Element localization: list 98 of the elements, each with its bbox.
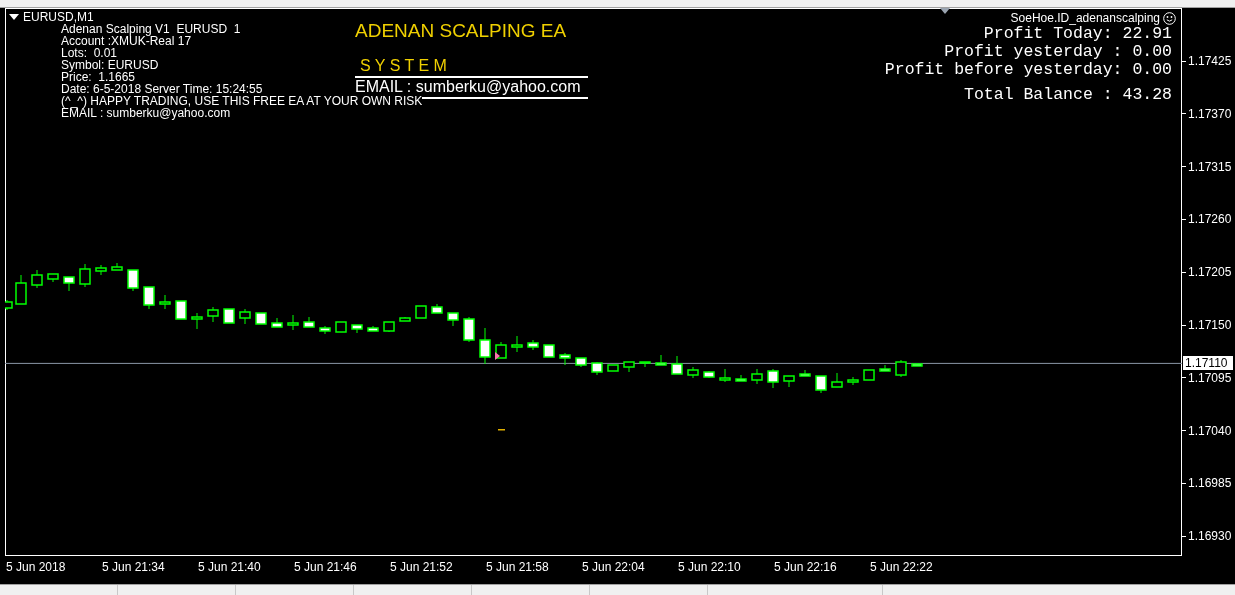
stat-text: Total Balance : 43.28 — [964, 86, 1172, 104]
candle — [495, 341, 507, 359]
account-tag: SoeHoe.ID_adenanscalping — [1010, 11, 1160, 25]
candle — [79, 263, 91, 288]
info-text: (^_^) HAPPY TRADING, USE THIS FREE EA AT YOUR OWN RISK — [61, 95, 423, 107]
candle — [191, 312, 203, 330]
candle — [479, 327, 491, 365]
candle — [799, 369, 811, 377]
candle — [383, 321, 395, 333]
info-text: EMAIL : sumberku@yahoo.com — [61, 107, 231, 119]
info-text: Adenan Scalping V1 EURUSD 1 — [61, 23, 241, 35]
time-label: 5 Jun 22:10 — [678, 560, 741, 574]
candle — [431, 303, 443, 314]
time-label: 5 Jun 21:34 — [102, 560, 165, 574]
candle — [463, 316, 475, 343]
candle — [751, 368, 763, 385]
price-label: 1.17425 — [1188, 54, 1232, 68]
candle — [175, 300, 187, 320]
candle — [111, 262, 123, 271]
candle — [223, 308, 235, 324]
candle — [863, 369, 875, 381]
candle — [335, 321, 347, 333]
candle — [831, 372, 843, 388]
candle — [559, 352, 571, 366]
price-label: 1.17205 — [1188, 265, 1232, 280]
dash-mark — [498, 429, 505, 431]
candle — [5, 299, 13, 311]
candle — [447, 312, 459, 327]
candle — [143, 286, 155, 310]
candle — [367, 325, 379, 332]
candle — [767, 368, 779, 389]
candle — [895, 359, 907, 378]
candle — [719, 368, 731, 383]
candle — [287, 314, 299, 331]
info-text: Lots: 0.01 — [61, 47, 118, 59]
candle — [15, 274, 27, 305]
candle — [815, 375, 827, 394]
time-label: 5 Jun 22:16 — [774, 560, 837, 574]
smiley-icon — [1163, 11, 1176, 25]
candle — [591, 361, 603, 376]
dropdown-icon[interactable] — [9, 13, 19, 21]
candle — [623, 361, 635, 373]
price-label: 1.17095 — [1188, 370, 1232, 385]
info-text: Account :XMUK-Real 17 — [61, 35, 192, 47]
candle — [783, 375, 795, 388]
time-label: 5 Jun 21:52 — [390, 560, 453, 574]
stat-text: Profit yesterday : 0.00 — [944, 43, 1172, 61]
ea-subtitle: S Y S T E M — [360, 57, 448, 75]
price-label: 1.17040 — [1188, 423, 1232, 438]
stat-text: Profit before yesterday: 0.00 — [884, 61, 1172, 79]
arrow-icon — [495, 352, 500, 360]
price-label: 1.16985 — [1188, 476, 1232, 491]
candle — [95, 264, 107, 276]
candle — [527, 339, 539, 351]
info-text: Date: 6-5-2018 Server Time: 15:24:55 — [61, 83, 263, 95]
price-label: 1.17150 — [1188, 318, 1232, 332]
candle — [255, 312, 267, 325]
info-text: Price: 1.1665 — [61, 71, 136, 83]
time-label: 5 Jun 22:04 — [582, 560, 645, 574]
time-label: 5 Jun 2018 — [6, 560, 66, 574]
time-label: 5 Jun 21:46 — [294, 560, 357, 574]
candle — [703, 370, 715, 379]
candle — [239, 308, 251, 325]
candle — [687, 366, 699, 379]
candle — [879, 364, 891, 372]
candle — [303, 316, 315, 328]
candle — [47, 273, 59, 283]
info-text: Symbol: EURUSD — [61, 59, 159, 71]
candle — [575, 357, 587, 368]
candle — [655, 354, 667, 366]
candle — [607, 364, 619, 372]
candle — [351, 324, 363, 334]
candle — [639, 361, 651, 368]
price-label: 1.17315 — [1188, 159, 1232, 174]
symbol-label: EURUSD,M1 — [23, 11, 94, 23]
candle — [671, 355, 683, 375]
price-label: 1.17370 — [1188, 106, 1232, 121]
price-label: 1.17260 — [1188, 212, 1232, 227]
candle — [399, 316, 411, 322]
stat-text: Profit Today: 22.91 — [983, 25, 1172, 43]
time-label: 5 Jun 21:40 — [198, 560, 261, 574]
candle — [63, 276, 75, 292]
candle — [911, 362, 923, 367]
candle — [319, 325, 331, 335]
candle — [543, 344, 555, 358]
time-label: 5 Jun 22:22 — [870, 560, 933, 574]
candle — [207, 306, 219, 323]
time-label: 5 Jun 21:58 — [486, 560, 549, 574]
candle — [271, 317, 283, 328]
candle — [127, 269, 139, 292]
current-price-label: 1.17110 — [1183, 356, 1233, 371]
candle — [511, 335, 523, 353]
price-label: 1.16930 — [1188, 529, 1232, 544]
ea-title: ADENAN SCALPING EA — [355, 19, 568, 43]
candle — [159, 294, 171, 310]
candle — [735, 374, 747, 382]
candle — [415, 305, 427, 319]
candle — [31, 269, 43, 289]
